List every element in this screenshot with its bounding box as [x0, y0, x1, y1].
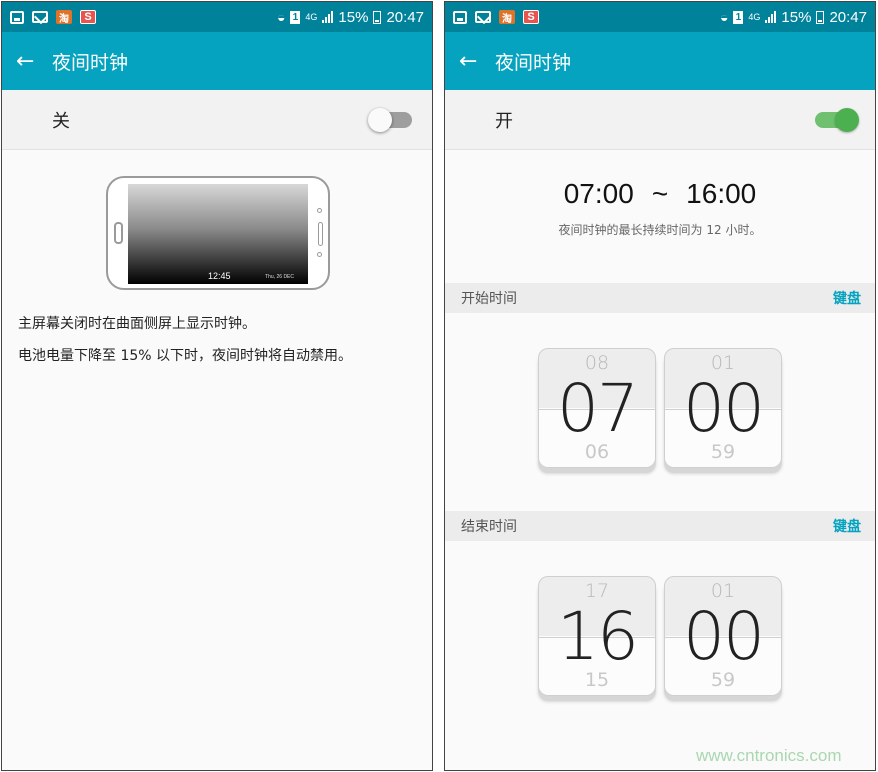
camera-shape [317, 208, 322, 213]
status-bar: 淘 S ◒ 1 4G 15% 20:47 [2, 2, 432, 32]
duration-note: 夜间时钟的最长持续时间为 12 小时。 [558, 223, 762, 237]
switch-knob [835, 107, 859, 132]
sim-icon: 1 [733, 10, 744, 24]
end-time-title: 结束时间 [461, 519, 517, 535]
range-end: 16:00 [686, 178, 757, 209]
start-time-title: 开始时间 [461, 291, 517, 307]
page-title: 夜间时钟 [495, 51, 572, 74]
arrow-left-icon[interactable]: ← [459, 49, 481, 74]
description-text: 主屏幕关闭时在曲面侧屏上显示时钟。 [18, 316, 256, 332]
taobao-notification-icon: 淘 [499, 10, 515, 25]
time-range: 07:00 ~16:00 [445, 178, 875, 210]
speaker-shape [318, 222, 323, 246]
network-type: 4G [748, 12, 761, 22]
battery-percent: 15% [338, 8, 369, 26]
picker-next-value[interactable]: 06 [539, 441, 655, 463]
toggle-label: 开 [495, 110, 513, 132]
flip-card: 08 07 06 [538, 348, 656, 468]
illustration-date: Thu, 26 DEC [265, 274, 294, 280]
mail-notification-icon [475, 11, 491, 23]
status-time: 20:47 [829, 8, 867, 26]
end-minute-picker[interactable]: 01 00 59 [664, 576, 782, 702]
phone-screen-gradient: 12:45 Thu, 26 DEC [128, 184, 308, 284]
app-bar: ← 夜间时钟 [2, 32, 432, 90]
battery-percent: 15% [781, 8, 812, 26]
picker-next-value[interactable]: 59 [665, 441, 781, 463]
picker-next-value[interactable]: 59 [665, 669, 781, 691]
picker-next-value[interactable]: 15 [539, 669, 655, 691]
picker-current-value: 00 [683, 598, 765, 675]
flip-card: 01 00 59 [664, 348, 782, 468]
master-toggle-row[interactable]: 关 [2, 90, 432, 150]
toggle-label: 关 [52, 110, 70, 132]
end-hour-picker[interactable]: 17 16 15 [538, 576, 656, 702]
range-start: 07:00 [563, 178, 634, 209]
start-hour-picker[interactable]: 08 07 06 [538, 348, 656, 474]
mail-notification-icon [32, 11, 48, 23]
start-minute-picker[interactable]: 01 00 59 [664, 348, 782, 474]
night-clock-switch[interactable] [368, 107, 412, 132]
gallery-notification-icon [453, 10, 467, 24]
taobao-notification-icon: 淘 [56, 10, 72, 25]
gallery-notification-icon [10, 10, 24, 24]
app-notification-icon: S [523, 10, 539, 24]
edge-phone-illustration: 12:45 Thu, 26 DEC [106, 176, 330, 290]
network-type: 4G [305, 12, 318, 22]
illustration-time: 12:45 [208, 271, 231, 281]
end-time-header: 结束时间 键盘 [445, 511, 875, 541]
flip-card: 17 16 15 [538, 576, 656, 696]
range-separator: ~ [651, 178, 669, 209]
picker-current-value: 07 [557, 370, 639, 447]
night-clock-screen-off: 淘 S ◒ 1 4G 15% 20:47 ← 夜间时钟 关 12:45 Thu,… [1, 1, 433, 771]
sim-icon: 1 [290, 10, 301, 24]
battery-icon [816, 10, 825, 24]
app-notification-icon: S [80, 10, 96, 24]
arrow-left-icon[interactable]: ← [16, 49, 38, 74]
status-time: 20:47 [386, 8, 424, 26]
night-clock-switch[interactable] [815, 107, 859, 132]
master-toggle-row[interactable]: 开 [445, 90, 875, 150]
night-clock-screen-on: 淘 S ◒ 1 4G 15% 20:47 ← 夜间时钟 开 07:00 ~16:0… [444, 1, 876, 771]
picker-current-value: 16 [557, 598, 639, 675]
battery-note-text: 电池电量下降至 15% 以下时，夜间时钟将自动禁用。 [18, 348, 353, 364]
home-button-shape [114, 222, 123, 244]
wifi-icon: ◒ [276, 9, 286, 25]
picker-current-value: 00 [683, 370, 765, 447]
battery-icon [373, 10, 382, 24]
start-keyboard-button[interactable]: 键盘 [833, 288, 861, 308]
watermark: www.cntronics.com [696, 746, 842, 765]
signal-icon [322, 11, 334, 23]
start-time-header: 开始时间 键盘 [445, 283, 875, 313]
status-bar: 淘 S ◒ 1 4G 15% 20:47 [445, 2, 875, 32]
wifi-icon: ◒ [719, 9, 729, 25]
end-keyboard-button[interactable]: 键盘 [833, 516, 861, 536]
page-title: 夜间时钟 [52, 51, 129, 74]
switch-knob [368, 107, 392, 132]
flip-card: 01 00 59 [664, 576, 782, 696]
sensor-shape [317, 252, 322, 257]
app-bar: ← 夜间时钟 [445, 32, 875, 90]
signal-icon [765, 11, 777, 23]
